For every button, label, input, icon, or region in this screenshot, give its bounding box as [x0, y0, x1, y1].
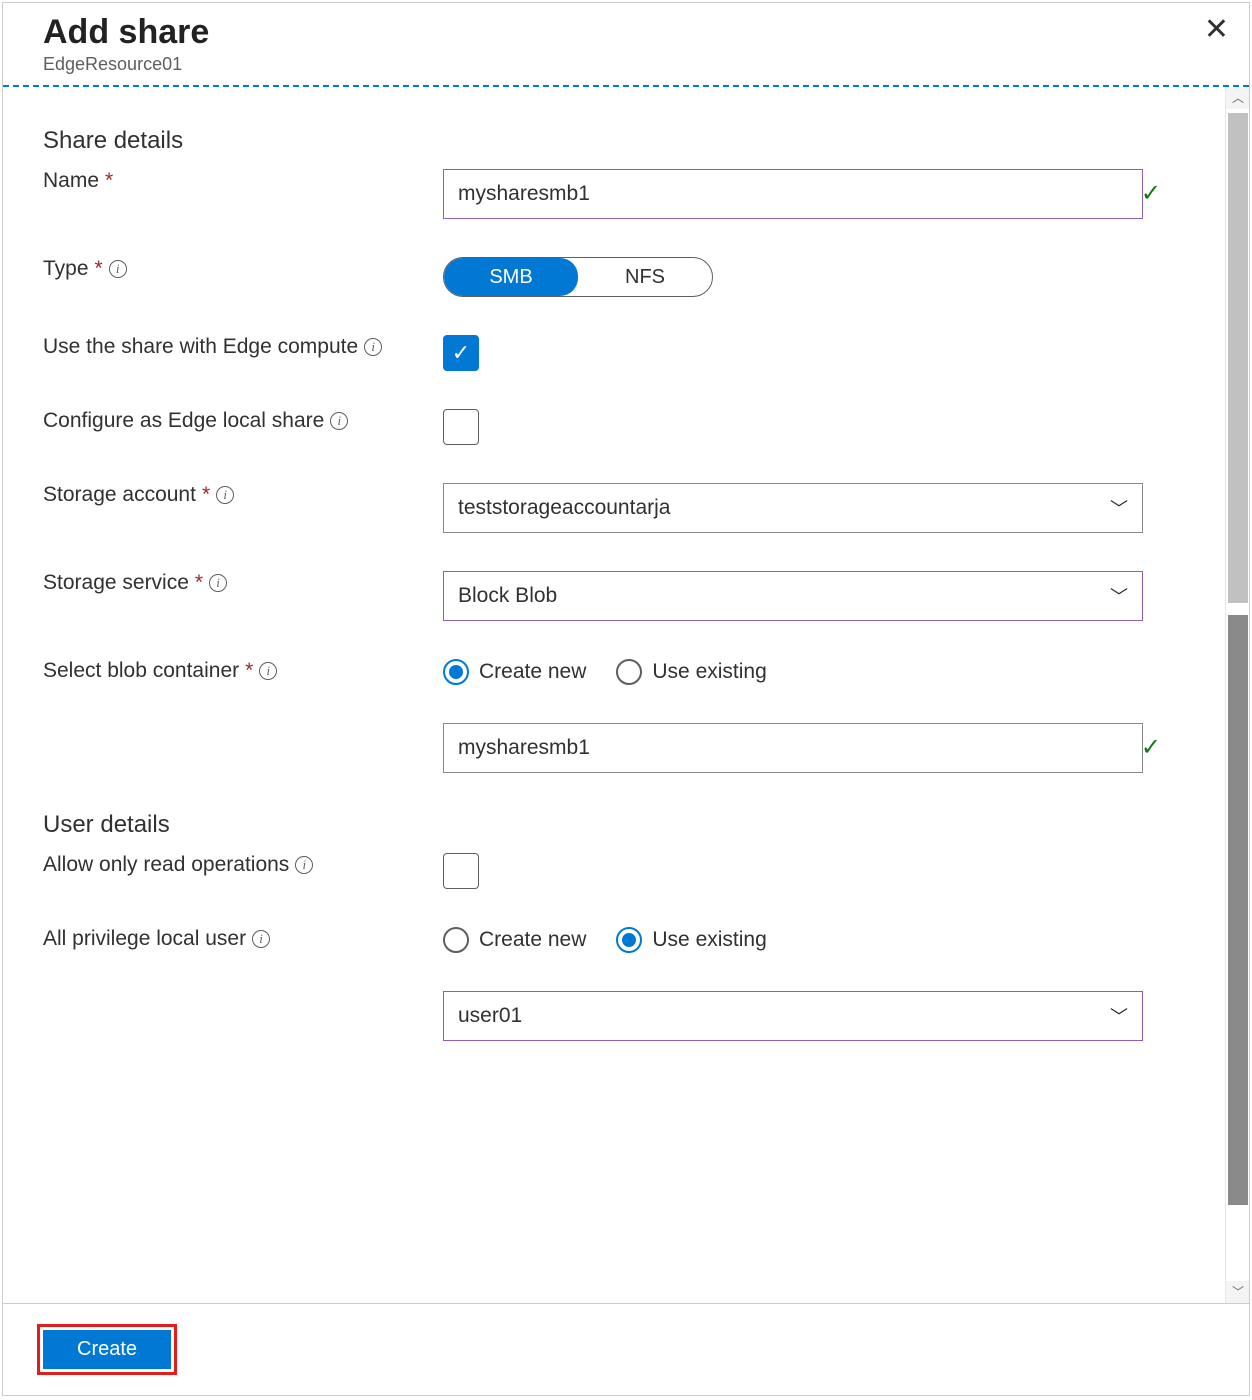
storage-service-label: Storage service * i	[43, 571, 443, 595]
close-icon[interactable]: ✕	[1204, 15, 1229, 45]
scrollbar[interactable]: ︿ ﹀	[1225, 87, 1249, 1303]
chevron-down-icon: ﹀	[1110, 495, 1128, 521]
config-edge-local-checkbox[interactable]	[443, 409, 479, 445]
name-label: Name *	[43, 169, 443, 193]
storage-account-select[interactable]: teststorageaccountarja ﹀	[443, 483, 1143, 533]
select-blob-label: Select blob container * i	[43, 659, 443, 683]
allow-read-checkbox[interactable]	[443, 853, 479, 889]
panel-title: Add share	[43, 13, 1209, 52]
storage-service-select[interactable]: Block Blob ﹀	[443, 571, 1143, 621]
info-icon[interactable]: i	[295, 856, 313, 874]
share-details-heading: Share details	[43, 127, 1179, 155]
scrollbar-thumb[interactable]	[1228, 615, 1248, 1205]
info-icon[interactable]: i	[259, 662, 277, 680]
user-create-new-radio[interactable]: Create new	[443, 927, 586, 953]
blob-use-existing-radio[interactable]: Use existing	[616, 659, 766, 685]
type-smb[interactable]: SMB	[444, 258, 578, 296]
type-nfs[interactable]: NFS	[578, 258, 712, 296]
panel-subtitle: EdgeResource01	[43, 54, 1209, 75]
use-edge-checkbox[interactable]: ✓	[443, 335, 479, 371]
use-edge-label: Use the share with Edge compute i	[43, 335, 443, 359]
type-label: Type * i	[43, 257, 443, 281]
chevron-down-icon: ﹀	[1110, 583, 1128, 609]
create-button[interactable]: Create	[43, 1330, 171, 1369]
chevron-down-icon: ﹀	[1110, 1003, 1128, 1029]
user-details-heading: User details	[43, 811, 1179, 839]
name-input[interactable]	[443, 169, 1143, 219]
scrollbar-thumb[interactable]	[1228, 113, 1248, 603]
blob-create-new-radio[interactable]: Create new	[443, 659, 586, 685]
all-priv-user-label: All privilege local user i	[43, 927, 443, 951]
scroll-up-icon[interactable]: ︿	[1226, 87, 1249, 109]
allow-read-label: Allow only read operations i	[43, 853, 443, 877]
info-icon[interactable]: i	[216, 486, 234, 504]
info-icon[interactable]: i	[109, 260, 127, 278]
user-use-existing-radio[interactable]: Use existing	[616, 927, 766, 953]
info-icon[interactable]: i	[252, 930, 270, 948]
info-icon[interactable]: i	[364, 338, 382, 356]
info-icon[interactable]: i	[330, 412, 348, 430]
scroll-down-icon[interactable]: ﹀	[1226, 1281, 1249, 1303]
info-icon[interactable]: i	[209, 574, 227, 592]
blob-container-input[interactable]	[443, 723, 1143, 773]
user-select[interactable]: user01 ﹀	[443, 991, 1143, 1041]
config-edge-local-label: Configure as Edge local share i	[43, 409, 443, 433]
type-toggle[interactable]: SMB NFS	[443, 257, 713, 297]
storage-account-label: Storage account * i	[43, 483, 443, 507]
